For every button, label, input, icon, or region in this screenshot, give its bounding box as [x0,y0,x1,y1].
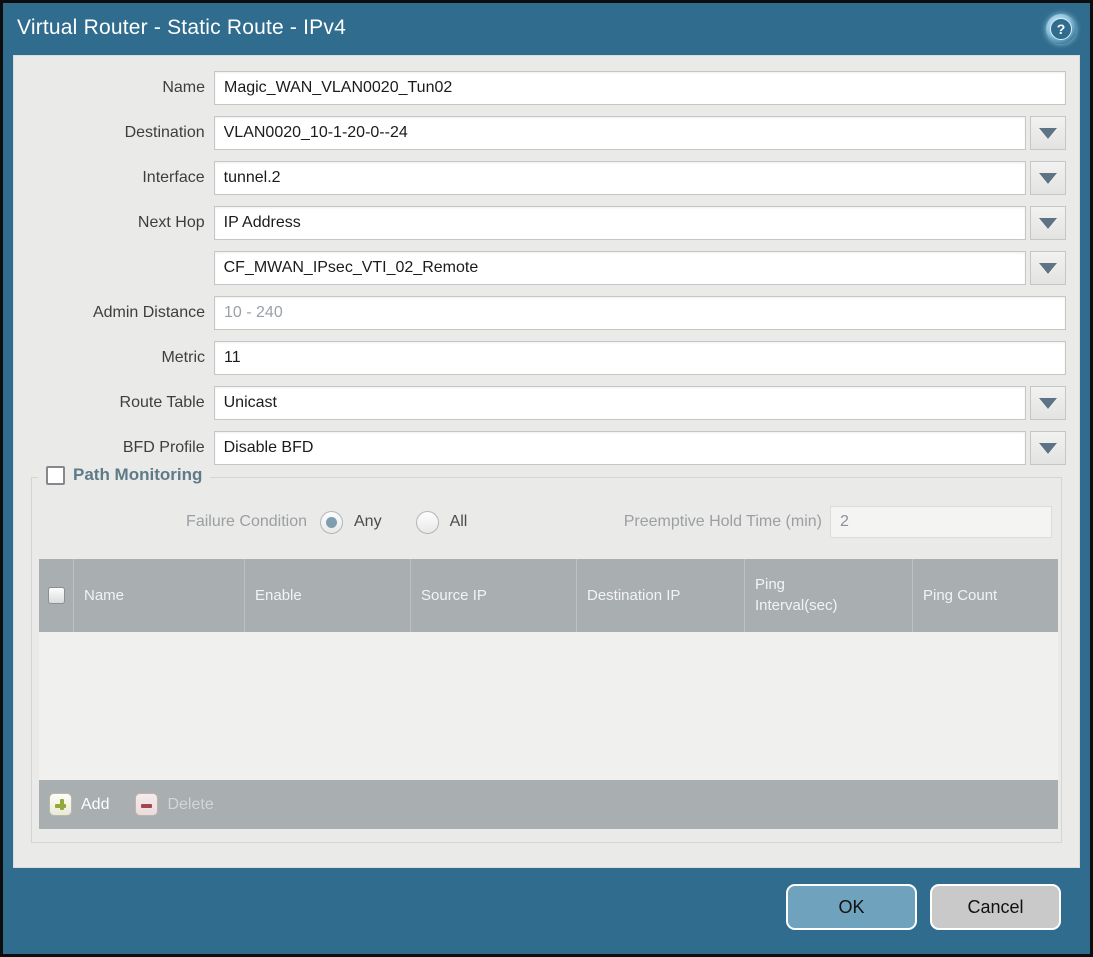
next-hop-address-dropdown-button[interactable] [1030,251,1066,285]
interface-dropdown-button[interactable] [1030,161,1066,195]
chevron-down-icon [1039,263,1057,274]
name-label: Name [14,71,214,105]
failure-condition-row: Failure Condition Any All Preemptive Hol… [32,504,1061,540]
column-header-ping-count: Ping Count [912,559,1058,632]
select-all-cell [39,559,73,632]
bfd-profile-dropdown-button[interactable] [1030,431,1066,465]
column-header-ping-interval: Ping Interval(sec) [744,559,912,632]
delete-button: Delete [135,793,213,816]
route-table-input[interactable] [214,386,1026,420]
page-title: Virtual Router - Static Route - IPv4 [17,16,346,39]
destination-row: Destination [14,116,1066,150]
destination-input[interactable] [214,116,1026,150]
radio-any-control[interactable] [320,511,343,534]
path-monitoring-table: Name Enable Source IP Destination IP Pin… [39,559,1058,829]
table-header-row: Name Enable Source IP Destination IP Pin… [39,559,1058,632]
admin-distance-label: Admin Distance [14,296,214,330]
radio-all-label: All [450,513,468,531]
path-monitoring-checkbox[interactable] [46,466,65,485]
column-header-destination-ip: Destination IP [576,559,744,632]
bfd-profile-label: BFD Profile [14,431,214,465]
path-monitoring-title: Path Monitoring [73,465,202,485]
radio-all[interactable]: All [416,511,468,534]
cancel-button[interactable]: Cancel [930,884,1061,930]
ok-button[interactable]: OK [786,884,917,930]
next-hop-label: Next Hop [14,206,214,240]
table-footer-bar: Add Delete [39,780,1058,829]
interface-row: Interface [14,161,1066,195]
add-button[interactable]: Add [49,793,109,816]
radio-all-control[interactable] [416,511,439,534]
chevron-down-icon [1039,173,1057,184]
admin-distance-row: Admin Distance [14,296,1066,330]
bfd-profile-input[interactable] [214,431,1026,465]
interface-input[interactable] [214,161,1026,195]
chevron-down-icon [1039,128,1057,139]
plus-icon [49,793,72,816]
chevron-down-icon [1039,398,1057,409]
delete-button-label: Delete [167,796,213,814]
next-hop-address-input[interactable] [214,251,1026,285]
radio-any-label: Any [354,513,382,531]
chevron-down-icon [1039,218,1057,229]
interface-label: Interface [14,161,214,195]
column-header-enable: Enable [244,559,410,632]
path-monitoring-legend: Path Monitoring [38,465,210,485]
column-header-source-ip: Source IP [410,559,576,632]
metric-row: Metric [14,341,1066,375]
title-bar: Virtual Router - Static Route - IPv4 ? [3,3,1090,53]
add-button-label: Add [81,796,109,814]
failure-condition-label: Failure Condition [32,504,307,540]
form-panel: Name Destination Interface Next Hop [13,55,1080,868]
table-body-empty [39,632,1058,780]
dialog-window: Virtual Router - Static Route - IPv4 ? N… [0,0,1093,957]
next-hop-address-row [14,251,1066,285]
minus-icon [135,793,158,816]
preemptive-hold-time-label: Preemptive Hold Time (min) [547,504,822,540]
metric-label: Metric [14,341,214,375]
column-header-name: Name [73,559,244,632]
route-table-dropdown-button[interactable] [1030,386,1066,420]
help-icon[interactable]: ? [1046,14,1076,44]
path-monitoring-section: Path Monitoring Failure Condition Any Al… [31,477,1062,843]
select-all-checkbox[interactable] [48,587,65,604]
destination-label: Destination [14,116,214,150]
radio-any[interactable]: Any [320,511,382,534]
destination-dropdown-button[interactable] [1030,116,1066,150]
route-table-label: Route Table [14,386,214,420]
name-row: Name [14,71,1066,105]
next-hop-row: Next Hop [14,206,1066,240]
chevron-down-icon [1039,443,1057,454]
route-table-row: Route Table [14,386,1066,420]
preemptive-hold-time-input [830,506,1052,538]
metric-input[interactable] [214,341,1066,375]
name-input[interactable] [214,71,1066,105]
bfd-profile-row: BFD Profile [14,431,1066,465]
next-hop-type-dropdown-button[interactable] [1030,206,1066,240]
failure-condition-radio-group: Any All [320,504,467,540]
admin-distance-input[interactable] [214,296,1066,330]
next-hop-type-input[interactable] [214,206,1026,240]
